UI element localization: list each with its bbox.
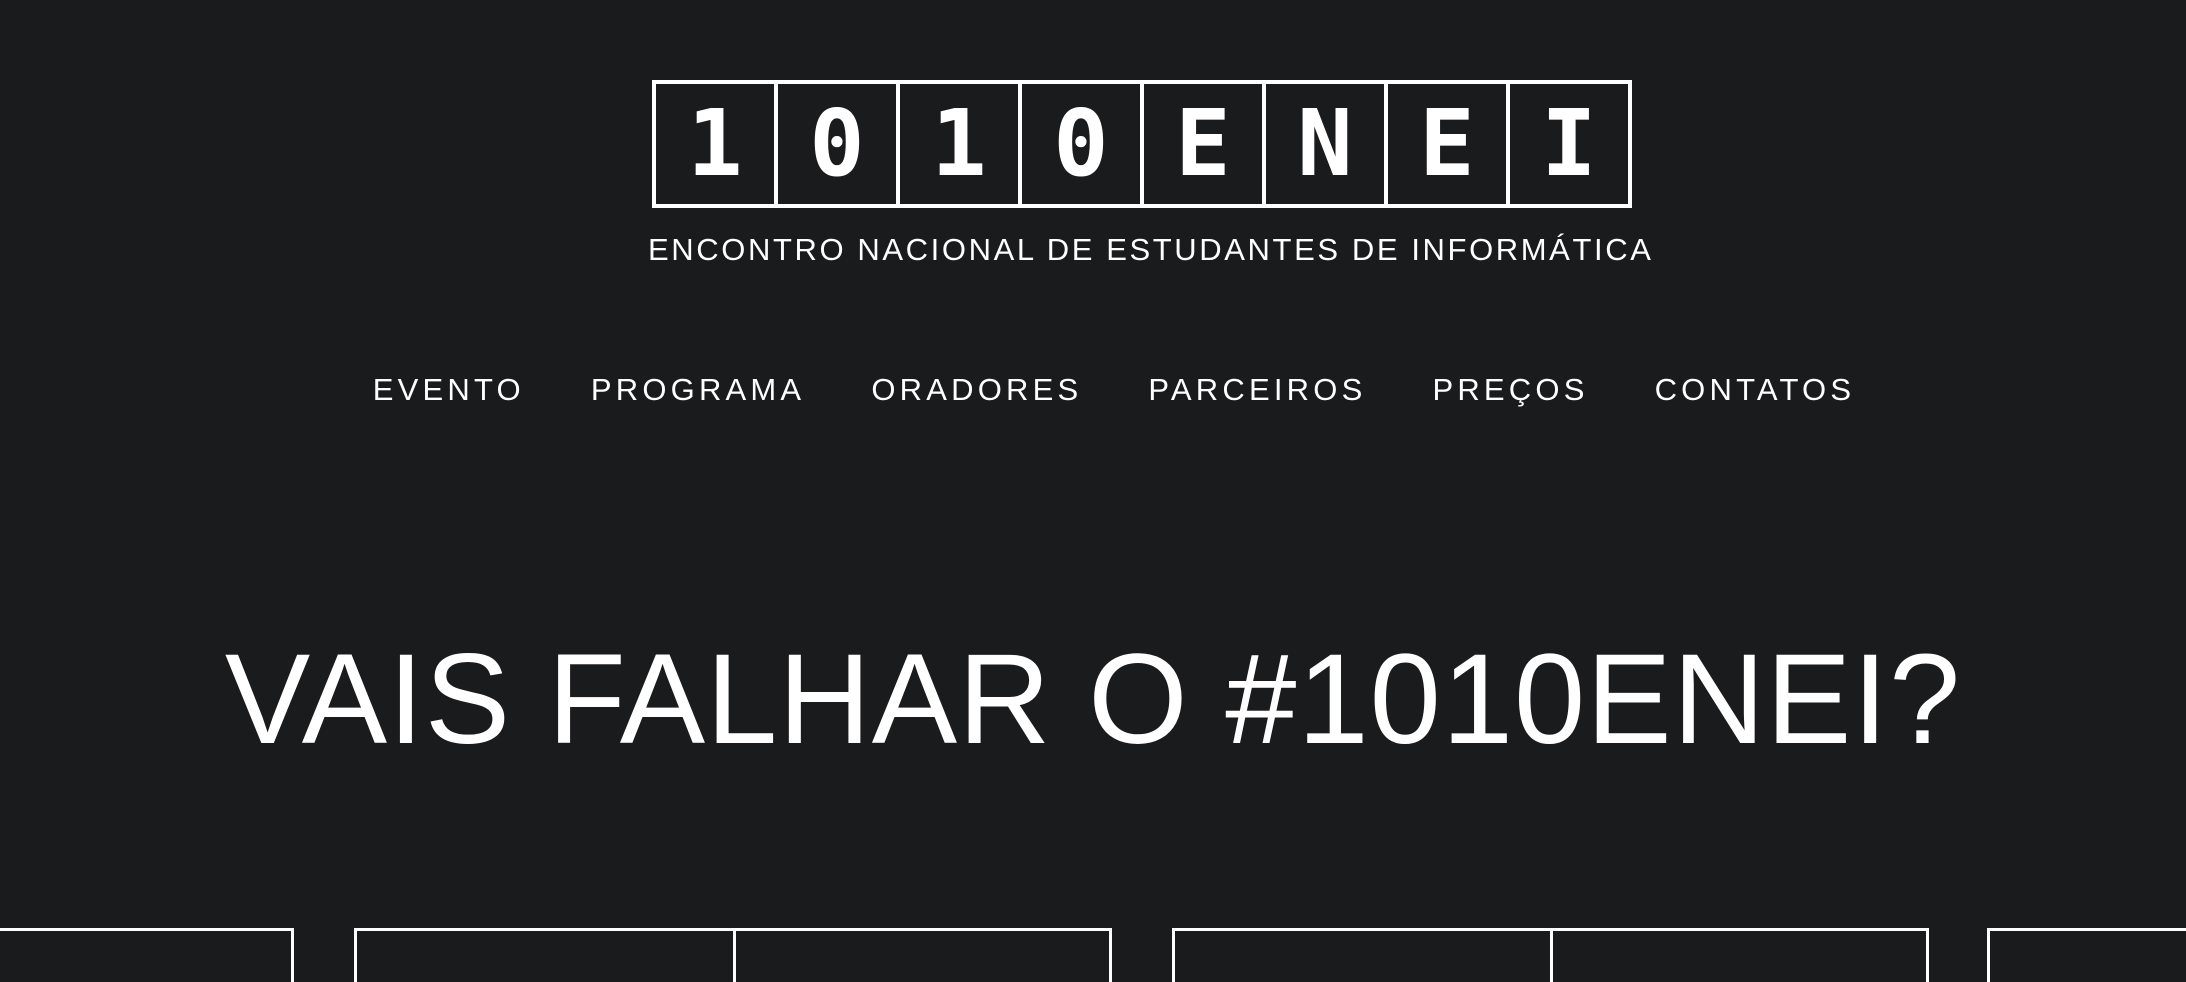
site-tagline: ENCONTRO NACIONAL DE ESTUDANTES DE INFOR… bbox=[648, 232, 1654, 267]
countdown-divider bbox=[733, 931, 736, 982]
logo-letter: E bbox=[1388, 84, 1510, 204]
logo-letter: I bbox=[1541, 90, 1597, 197]
hero-title: VAIS FALHAR O #1010ENEI? bbox=[224, 628, 1962, 771]
countdown-box bbox=[354, 928, 1112, 982]
nav-item-oradores[interactable]: ORADORES bbox=[871, 372, 1082, 408]
nav-item-contatos[interactable]: CONTATOS bbox=[1655, 372, 1856, 408]
nav-item-programa[interactable]: PROGRAMA bbox=[591, 372, 805, 408]
logo-digit: 0 bbox=[1022, 84, 1144, 204]
logo-letter: N bbox=[1266, 84, 1388, 204]
main-nav: EVENTO PROGRAMA ORADORES PARCEIROS PREÇO… bbox=[0, 372, 2186, 408]
nav-item-parceiros[interactable]: PARCEIROS bbox=[1148, 372, 1366, 408]
nav-item-precos[interactable]: PREÇOS bbox=[1432, 372, 1588, 408]
logo-digit: 1 bbox=[656, 84, 778, 204]
logo-digit: 1 bbox=[900, 84, 1022, 204]
logo-letter: E bbox=[1144, 84, 1266, 204]
countdown-divider bbox=[1550, 931, 1553, 982]
logo-digit: 0 bbox=[778, 84, 900, 204]
countdown-box bbox=[1172, 928, 1929, 982]
countdown-box bbox=[0, 928, 294, 982]
site-logo[interactable]: 1 0 1 0 E N E I bbox=[652, 80, 1632, 208]
page: 1 0 1 0 E N E I ENCONTRO NACIONAL DE EST… bbox=[0, 0, 2186, 982]
countdown-box bbox=[1987, 928, 2186, 982]
nav-item-evento[interactable]: EVENTO bbox=[373, 372, 525, 408]
